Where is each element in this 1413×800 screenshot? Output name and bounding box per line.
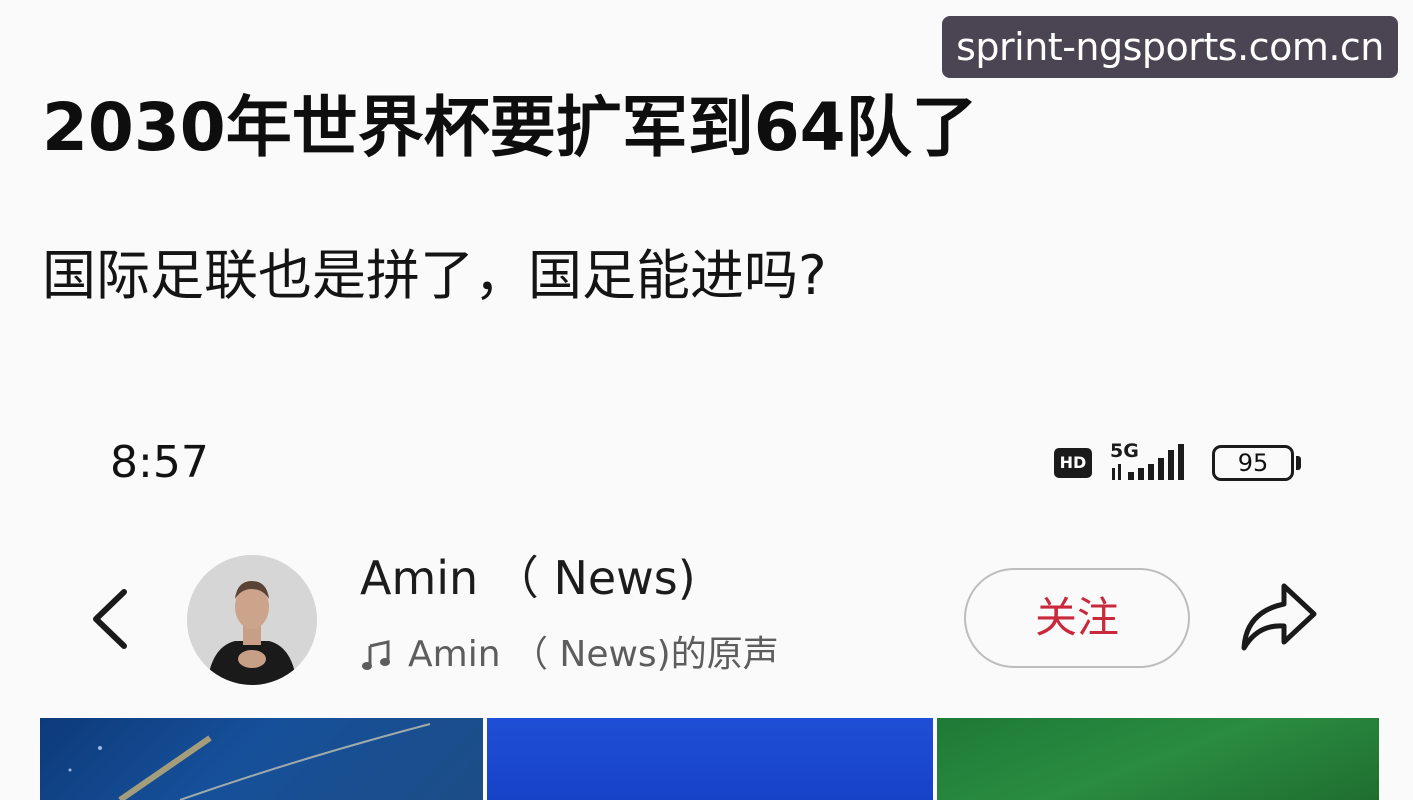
video-thumbnail[interactable] bbox=[40, 718, 483, 800]
avatar[interactable] bbox=[187, 555, 317, 685]
account-name[interactable]: Amin （ News) bbox=[360, 548, 696, 608]
status-time: 8:57 bbox=[110, 437, 209, 488]
network-label: 5G bbox=[1110, 440, 1139, 462]
battery-icon: 95 bbox=[1212, 445, 1294, 481]
original-audio-link[interactable]: Amin （ News)的原声 bbox=[360, 630, 779, 680]
chevron-left-icon[interactable] bbox=[88, 586, 132, 652]
music-note-icon bbox=[362, 640, 390, 670]
screenshot-page: sprint-ngsports.com.cn 2030年世界杯要扩军到64队了 … bbox=[0, 0, 1413, 800]
follow-button[interactable]: 关注 bbox=[964, 568, 1190, 668]
battery-tip bbox=[1296, 456, 1301, 470]
hd-icon: HD bbox=[1054, 448, 1092, 478]
video-thumbnail[interactable] bbox=[937, 718, 1379, 800]
signal-5g-icon: 5G bbox=[1110, 440, 1184, 480]
watermark: sprint-ngsports.com.cn bbox=[942, 16, 1398, 78]
original-audio-label: Amin （ News)的原声 bbox=[408, 634, 779, 675]
post-subline: 国际足联也是拼了，国足能进吗? bbox=[42, 244, 827, 307]
post-headline: 2030年世界杯要扩军到64队了 bbox=[42, 89, 978, 166]
video-thumbnail[interactable] bbox=[487, 718, 933, 800]
share-arrow-icon[interactable] bbox=[1236, 578, 1320, 654]
